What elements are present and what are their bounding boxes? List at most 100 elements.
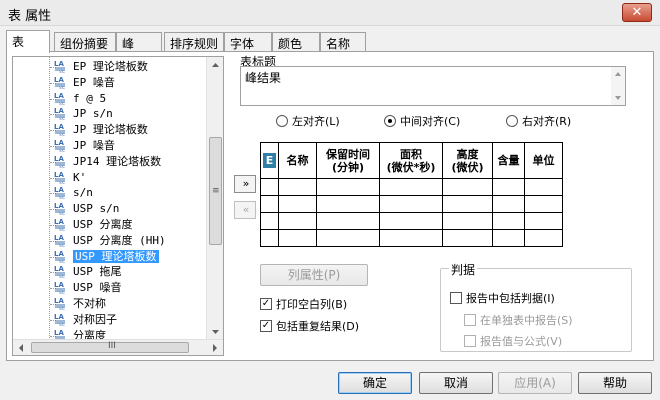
field-type-icon: LAsc: [53, 280, 67, 296]
tab-name[interactable]: 名称: [320, 32, 366, 52]
svg-text:sc: sc: [59, 322, 65, 326]
tab-table[interactable]: 表: [6, 30, 50, 53]
field-type-icon: LAsc: [53, 312, 67, 328]
close-button[interactable]: ✕: [622, 3, 652, 22]
svg-text:LA: LA: [54, 107, 64, 115]
svg-text:sc: sc: [59, 101, 65, 105]
list-item-label: USP 分离度 (HH): [73, 233, 166, 247]
list-item-label: s/n: [73, 186, 93, 200]
report-separate-table-checkbox[interactable]: 在单独表中报告(S): [464, 312, 573, 327]
add-column-button[interactable]: »: [234, 175, 256, 193]
list-item[interactable]: LA sc USP s/n: [53, 201, 122, 217]
list-item[interactable]: LA sc USP 拖尾: [53, 264, 125, 280]
tree-vscroll-thumb[interactable]: ≡: [209, 137, 222, 245]
list-item-label: USP 拖尾: [73, 265, 122, 279]
table-row: [260, 229, 631, 247]
list-item[interactable]: LA sc USP 分离度: [53, 217, 136, 233]
cancel-button[interactable]: 取消: [419, 372, 493, 394]
tab-peak[interactable]: 峰: [116, 32, 162, 52]
apply-button[interactable]: 应用(A): [498, 372, 572, 394]
list-item[interactable]: LA sc USP 理论塔板数: [53, 249, 162, 265]
svg-text:LA: LA: [54, 139, 64, 147]
tab-font[interactable]: 字体: [224, 32, 272, 52]
include-duplicate-results-checkbox[interactable]: ✓ 包括重复结果(D): [260, 318, 359, 333]
list-item[interactable]: LA sc JP14 理论塔板数: [53, 154, 164, 170]
grid-header-height[interactable]: 高度 (微伏): [442, 142, 493, 179]
list-item-label: 不对称: [73, 297, 106, 310]
svg-text:LA: LA: [54, 234, 64, 242]
column-layout-grid[interactable]: E 名称 保留时间 (分钟) 面积 (微伏*秒) 高度 (微伏) 含量 单位: [260, 142, 631, 247]
title-input-scrollbar[interactable]: [611, 67, 625, 105]
table-e-icon: E: [263, 153, 276, 168]
table-title-value: 峰结果: [245, 71, 282, 85]
list-item[interactable]: LA sc JP s/n: [53, 106, 116, 122]
list-item-label: EP 噪音: [73, 75, 115, 89]
list-item-label: EP 理论塔板数: [73, 60, 148, 73]
svg-text:LA: LA: [54, 329, 64, 337]
grid-header-amount[interactable]: 含量: [492, 142, 525, 179]
svg-text:sc: sc: [59, 227, 65, 231]
tab-component-summary[interactable]: 组份摘要: [54, 32, 116, 52]
list-item-label: JP s/n: [73, 107, 113, 121]
ok-button[interactable]: 确定: [338, 372, 412, 394]
table-row: [260, 178, 631, 196]
align-center-radio[interactable]: 中间对齐(C): [384, 113, 460, 128]
list-item[interactable]: LA sc 不对称: [53, 296, 109, 312]
table-row: [260, 195, 631, 213]
list-item[interactable]: LA sc JP 理论塔板数: [53, 122, 151, 138]
tree-horizontal-scrollbar[interactable]: III: [13, 339, 223, 355]
list-item-label: USP s/n: [73, 202, 120, 216]
table-title-input[interactable]: 峰结果: [240, 66, 626, 106]
align-left-radio[interactable]: 左对齐(L): [276, 113, 340, 128]
list-item[interactable]: LA sc USP 分离度 (HH): [53, 233, 169, 249]
tree-hscroll-thumb[interactable]: III: [31, 341, 189, 353]
list-item-label: JP14 理论塔板数: [73, 154, 162, 168]
grid-header-name[interactable]: 名称: [278, 142, 317, 179]
grid-header-retention-time[interactable]: 保留时间 (分钟): [316, 142, 380, 179]
scroll-grip-icon: ≡: [212, 186, 220, 196]
grid-header-area[interactable]: 面积 (微伏*秒): [379, 142, 443, 179]
svg-text:sc: sc: [59, 274, 65, 278]
grid-corner: E: [260, 142, 279, 179]
radio-circle: [276, 115, 288, 127]
field-type-icon: LAsc: [53, 138, 67, 154]
field-type-icon: LAsc: [53, 233, 67, 249]
title-bar: 表 属性 ✕: [0, 0, 660, 26]
field-type-icon: LAsc: [53, 264, 67, 280]
svg-text:sc: sc: [59, 164, 65, 168]
svg-text:sc: sc: [59, 85, 65, 89]
tree-vertical-scrollbar[interactable]: ≡: [206, 57, 223, 340]
print-empty-columns-checkbox[interactable]: ✓ 打印空白列(B): [260, 296, 347, 311]
list-item[interactable]: LA sc 对称因子: [53, 312, 120, 328]
radio-circle: [506, 115, 518, 127]
tab-sort-rules[interactable]: 排序规则: [164, 32, 224, 52]
svg-text:LA: LA: [54, 218, 64, 226]
report-value-formula-checkbox[interactable]: 报告值与公式(V): [464, 333, 562, 348]
include-judgment-checkbox[interactable]: 报告中包括判据(I): [450, 290, 555, 305]
scroll-up-icon[interactable]: [207, 57, 224, 73]
column-tree-list[interactable]: LA sc EP 理论塔板数 LA sc EP 噪音 LA sc f @ 5 LA sc JP s/n…: [12, 56, 224, 356]
help-button[interactable]: 帮助: [578, 372, 652, 394]
list-item[interactable]: LA sc s/n: [53, 185, 96, 201]
field-type-icon: LAsc: [53, 59, 67, 75]
scroll-right-icon[interactable]: [207, 340, 223, 356]
list-item[interactable]: LA sc USP 噪音: [53, 280, 125, 296]
list-item[interactable]: LA sc K': [53, 170, 89, 186]
table-row: [260, 212, 631, 230]
svg-text:LA: LA: [54, 155, 64, 163]
field-type-icon: LAsc: [53, 75, 67, 91]
scroll-down-icon[interactable]: [207, 324, 224, 340]
list-item[interactable]: LA sc EP 理论塔板数: [53, 59, 151, 75]
window-title: 表 属性: [8, 9, 52, 24]
list-item[interactable]: LA sc EP 噪音: [53, 75, 118, 91]
grid-header-unit[interactable]: 单位: [524, 142, 563, 179]
list-item[interactable]: LA sc f @ 5: [53, 91, 109, 107]
tab-color[interactable]: 颜色: [272, 32, 320, 52]
scroll-left-icon[interactable]: [13, 340, 29, 356]
field-type-icon: LAsc: [53, 154, 67, 170]
align-right-radio[interactable]: 右对齐(R): [506, 113, 571, 128]
svg-text:sc: sc: [59, 116, 65, 120]
remove-column-button[interactable]: «: [234, 201, 256, 219]
list-item[interactable]: LA sc JP 噪音: [53, 138, 118, 154]
column-properties-button[interactable]: 列属性(P): [260, 264, 368, 286]
